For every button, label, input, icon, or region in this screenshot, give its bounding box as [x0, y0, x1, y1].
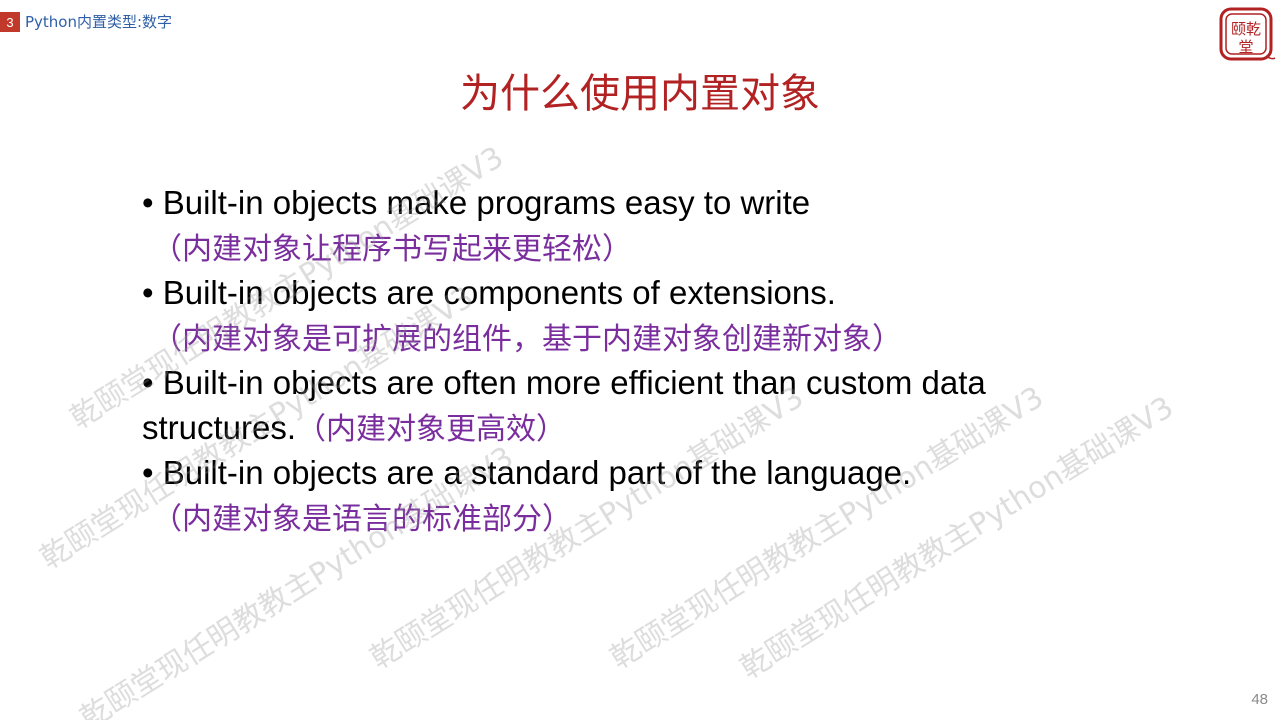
bullet-3-en-line2: structures.（内建对象更高效）	[142, 405, 1122, 450]
bullet-4-zh: （内建对象是语言的标准部分）	[142, 495, 1122, 540]
bullet-list: • Built-in objects make programs easy to…	[142, 180, 1122, 540]
bullet-2-zh: （内建对象是可扩展的组件，基于内建对象创建新对象）	[142, 315, 1122, 360]
bullet-1-en: • Built-in objects make programs easy to…	[142, 184, 811, 221]
slide: 3 Python内置类型:数字 颐乾 堂 为什么使用内置对象 • Built-i…	[0, 0, 1280, 720]
bullet-1-zh-text: （内建对象让程序书写起来更轻松）	[152, 232, 632, 267]
svg-text:堂: 堂	[1238, 38, 1253, 56]
bullet-1-zh: （内建对象让程序书写起来更轻松）	[142, 225, 1122, 270]
slide-title: 为什么使用内置对象	[460, 71, 820, 117]
breadcrumb: 3 Python内置类型:数字	[0, 12, 172, 32]
bullet-2-zh-text: （内建对象是可扩展的组件，基于内建对象创建新对象）	[152, 322, 902, 357]
page-number: 48	[1251, 691, 1268, 708]
bullet-4-en: • Built-in objects are a standard part o…	[142, 454, 912, 491]
chapter-number-badge: 3	[0, 12, 20, 32]
bullet-4-zh-text: （内建对象是语言的标准部分）	[152, 502, 572, 537]
chapter-title: Python内置类型:数字	[25, 13, 173, 31]
bullet-2-en: • Built-in objects are components of ext…	[142, 274, 836, 311]
bullet-3-zh-text: （内建对象更高效）	[296, 412, 567, 447]
bullet-3-en-line1: • Built-in objects are often more effici…	[142, 364, 986, 401]
svg-text:颐乾: 颐乾	[1231, 20, 1261, 38]
seal-logo-icon: 颐乾 堂	[1219, 7, 1276, 61]
bullet-3-en-line2-text: structures.	[142, 409, 297, 446]
